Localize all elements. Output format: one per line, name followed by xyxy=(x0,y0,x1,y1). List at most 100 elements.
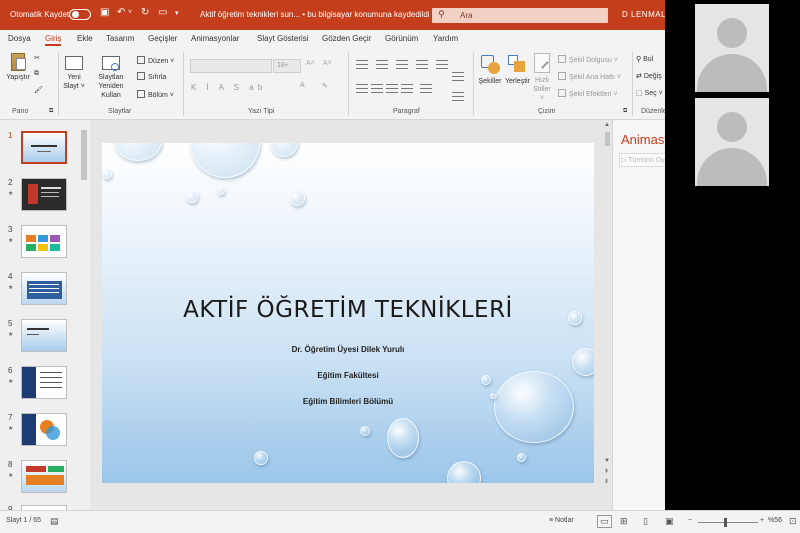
shape-fill-button[interactable]: Şekil Dolgusu ˅ xyxy=(558,55,618,64)
zoom-slider-thumb[interactable] xyxy=(724,518,727,527)
thumb-slide-1[interactable] xyxy=(21,131,67,164)
paste-button[interactable]: Yapıştır xyxy=(4,53,32,81)
thumb-slide-2[interactable] xyxy=(21,178,67,211)
slide-sorter-icon[interactable]: ⊞ xyxy=(620,516,628,527)
tab-animasyonlar[interactable]: Animasyonlar xyxy=(191,34,239,43)
scroll-down-icon[interactable]: ▼ xyxy=(604,458,610,464)
arrange-button[interactable]: Yerleştir xyxy=(505,53,531,85)
save-icon[interactable]: ▣ xyxy=(100,7,109,18)
line-spacing-icon[interactable] xyxy=(436,60,448,69)
section-button[interactable]: Bölüm ˅ xyxy=(137,90,174,99)
align-right-icon[interactable] xyxy=(386,84,398,93)
zoom-out-icon[interactable]: − xyxy=(688,517,692,524)
increase-indent-icon[interactable] xyxy=(416,60,428,69)
bullets-icon[interactable] xyxy=(356,60,368,69)
user-name[interactable]: D LENMAL xyxy=(622,10,666,19)
participant-tile[interactable] xyxy=(665,2,800,92)
participant-tile[interactable] xyxy=(665,96,800,186)
align-center-icon[interactable] xyxy=(371,84,383,93)
reuse-slides-button[interactable]: Slaytları Yeniden Kullan xyxy=(88,53,134,100)
arrange-label: Yerleştir xyxy=(505,78,531,85)
font-name-select[interactable] xyxy=(190,59,272,73)
decrease-indent-icon[interactable] xyxy=(396,60,408,69)
next-slide-icon[interactable]: ⇟ xyxy=(604,478,609,485)
highlight-icon[interactable]: ✎ xyxy=(322,82,328,90)
zoom-in-icon[interactable]: + xyxy=(760,517,764,524)
tab-gecisler[interactable]: Geçişler xyxy=(148,34,177,43)
tab-gorunum[interactable]: Görünüm xyxy=(385,34,418,43)
tab-yardim[interactable]: Yardım xyxy=(433,34,458,43)
shape-effects-icon xyxy=(558,89,566,97)
quick-styles-button[interactable]: Hızlı Stiller ˅ xyxy=(531,53,553,103)
layout-button[interactable]: Düzen ˅ xyxy=(137,56,174,65)
tab-ekle[interactable]: Ekle xyxy=(77,34,93,43)
replace-button[interactable]: ⇄ Değiş xyxy=(636,72,662,80)
format-buttons[interactable]: K İ A S ab xyxy=(191,83,266,92)
numbering-icon[interactable] xyxy=(376,60,388,69)
fit-to-window-icon[interactable]: ⊡ xyxy=(789,516,797,527)
reset-button[interactable]: Sıfırla xyxy=(137,72,166,81)
spellcheck-icon[interactable]: ▤ xyxy=(50,516,59,527)
align-left-icon[interactable] xyxy=(356,84,368,93)
new-slide-button[interactable]: Yeni Slayt ˅ xyxy=(62,53,86,91)
font-size-select[interactable]: 18+ xyxy=(273,59,301,73)
slide-subtitle-faculty[interactable]: Eğitim Fakültesi xyxy=(102,371,594,380)
document-title[interactable]: Aktif öğretim teknikleri sun... • bu bil… xyxy=(200,10,436,19)
slideshow-view-icon[interactable]: ▣ xyxy=(665,516,674,527)
previous-slide-icon[interactable]: ⇞ xyxy=(604,468,609,475)
font-color-icon[interactable]: A xyxy=(300,82,305,89)
slide-thumbnails-pane: 1 2 ★ 3 ★ 4 ★ 5 ★ 6 ★ 7 ★ 8 ★ xyxy=(0,120,90,533)
undo-icon[interactable]: ↶ xyxy=(117,7,125,18)
normal-view-icon[interactable]: ▭ xyxy=(597,515,612,528)
start-slideshow-icon[interactable]: ▭ xyxy=(158,7,167,18)
thumb-slide-8[interactable] xyxy=(21,460,67,493)
thumb-slide-4[interactable] xyxy=(21,272,67,305)
tab-slayt-gosterisi[interactable]: Slayt Gösterisi xyxy=(257,34,309,43)
thumb-slide-6[interactable] xyxy=(21,366,67,399)
thumb-slide-7[interactable] xyxy=(21,413,67,446)
zoom-slider[interactable] xyxy=(698,522,758,523)
thumb-slide-5[interactable] xyxy=(21,319,67,352)
scroll-up-icon[interactable]: ▲ xyxy=(604,122,610,128)
undo-dropdown-icon[interactable]: ˅ xyxy=(128,9,132,16)
scroll-thumb[interactable] xyxy=(81,130,87,180)
shape-outline-button[interactable]: Şekil Ana Hattı ˅ xyxy=(558,72,621,81)
group-label-duzenleme: Düzenle xyxy=(641,108,667,115)
slide-scrollbar[interactable]: ▲ ▼ ⇞ ⇟ xyxy=(603,122,612,486)
grow-font-icon[interactable]: A˄ xyxy=(306,60,315,67)
smartart-icon[interactable] xyxy=(452,92,464,101)
slide-subtitle-author[interactable]: Dr. Öğretim Üyesi Dilek Yurulı xyxy=(102,345,594,354)
shapes-button[interactable]: Şekiller xyxy=(477,53,503,85)
redo-icon[interactable]: ↻ xyxy=(141,7,149,18)
shrink-font-icon[interactable]: A˅ xyxy=(323,60,332,67)
current-slide[interactable]: AKTİF ÖĞRETİM TEKNİKLERİ Dr. Öğretim Üye… xyxy=(102,143,594,483)
autosave-toggle[interactable] xyxy=(69,9,91,20)
shape-effects-button[interactable]: Şekil Efektleri ˅ xyxy=(558,89,617,98)
shapes-icon xyxy=(479,53,501,75)
pano-launcher-icon[interactable]: ⧉ xyxy=(49,108,53,115)
columns-icon[interactable] xyxy=(420,84,432,93)
find-button[interactable]: ⚲ Bul xyxy=(636,55,653,63)
select-button[interactable]: ⬚ Seç ˅ xyxy=(636,89,663,97)
cut-icon[interactable]: ✂ xyxy=(34,54,40,62)
zoom-percent[interactable]: %56 xyxy=(768,517,782,524)
slide-subtitle-department[interactable]: Eğitim Bilimleri Bölümü xyxy=(102,397,594,406)
tab-giris[interactable]: Giriş xyxy=(45,34,62,46)
shapes-label: Şekiller xyxy=(478,78,502,85)
text-direction-icon[interactable] xyxy=(452,72,464,81)
search-box[interactable]: ⚲ Ara xyxy=(432,8,608,23)
thumb-slide-3[interactable] xyxy=(21,225,67,258)
scroll-thumb[interactable] xyxy=(605,132,610,146)
reading-view-icon[interactable]: ▯ xyxy=(643,516,648,527)
justify-icon[interactable] xyxy=(401,84,413,93)
tab-tasarim[interactable]: Tasarım xyxy=(106,34,134,43)
tab-dosya[interactable]: Dosya xyxy=(8,34,31,43)
copy-icon[interactable]: ⧉ xyxy=(34,70,39,78)
slide-title[interactable]: AKTİF ÖĞRETİM TEKNİKLERİ xyxy=(102,297,594,323)
drawing-launcher-icon[interactable]: ⧉ xyxy=(623,108,627,115)
customize-toolbar-icon[interactable]: ▾ xyxy=(175,9,179,17)
format-painter-icon[interactable]: 🖌 xyxy=(34,86,43,94)
tab-gozden-gecir[interactable]: Gözden Geçir xyxy=(322,34,371,43)
notes-button[interactable]: ≡ Notlar xyxy=(549,517,574,524)
thumbnails-scrollbar[interactable] xyxy=(80,122,88,508)
